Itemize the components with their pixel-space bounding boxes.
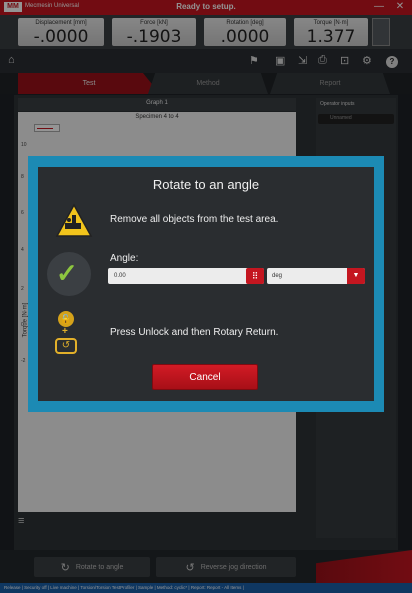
warning-icon (55, 203, 93, 237)
dialog-title: Rotate to an angle (152, 177, 260, 192)
unlock-icon: 🔓 (58, 311, 74, 327)
chevron-down-icon[interactable]: ▼ (347, 268, 365, 284)
check-icon: ✓ (47, 252, 91, 296)
rotary-return-icon: ↺ (55, 338, 77, 354)
angle-input[interactable]: 0.00 (108, 268, 264, 284)
angle-label: Angle: (110, 253, 139, 264)
plus-icon: + (62, 326, 68, 337)
rotate-dialog: Rotate to an angle Remove all objects fr… (38, 167, 374, 401)
keypad-icon[interactable]: ⠿ (246, 268, 264, 284)
cancel-button[interactable]: Cancel (152, 364, 258, 390)
dialog-message-clear-area: Remove all objects from the test area. (110, 214, 279, 225)
dialog-message-unlock: Press Unlock and then Rotary Return. (110, 327, 279, 338)
